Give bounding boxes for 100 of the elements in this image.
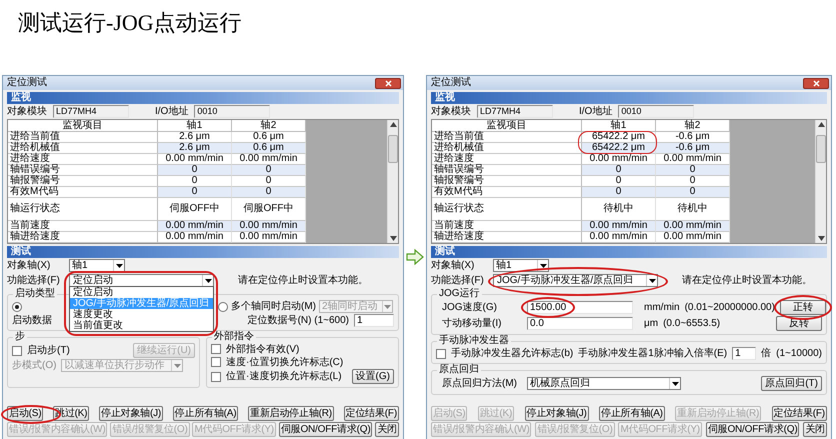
group-title: 启动类型 (13, 289, 57, 299)
checkbox-label: 位置·速度切换允许标志(L) (226, 371, 342, 382)
group-title: 外部指令 (212, 332, 256, 342)
table-cell: 65422.2 μm (582, 143, 656, 154)
table-cell: 进给当前值 (432, 132, 582, 143)
field-label: 对象模块 (431, 106, 471, 117)
table-cell: 轴运行状态 (8, 198, 158, 221)
field-label: 原点回归方法(M) (441, 378, 518, 389)
table-cell: -0.6 μm (656, 143, 730, 154)
group-title: 手动脉冲发生器 (437, 336, 511, 346)
dropdown-option[interactable]: 当前值更改 (70, 320, 213, 331)
column-header: 监视项目 (432, 120, 582, 132)
action-button[interactable]: 重新启动停止轴(R) (248, 406, 334, 421)
field-label: 对象轴(X) (7, 260, 52, 271)
table-cell: 进给机械值 (432, 143, 582, 154)
action-button[interactable]: 关闭 (803, 422, 827, 437)
dropdown-option[interactable]: 速度更改 (70, 309, 213, 320)
column-header: 轴1 (582, 120, 656, 132)
window-title: 定位测试 (7, 77, 47, 89)
table-cell: 当前速度 (432, 221, 582, 232)
table-cell: 0 (158, 187, 232, 198)
table-cell: 2.6 μm (158, 143, 232, 154)
section-header: 测试 (7, 246, 399, 258)
field-label: 对象模块 (7, 106, 47, 117)
table-cell: 轴报警编号 (8, 176, 158, 187)
table-cell: 进给当前值 (8, 132, 158, 143)
table-cell: 轴错误编号 (432, 165, 582, 176)
input-field[interactable]: 1500.00 (527, 301, 633, 314)
table-cell: 轴运行状态 (432, 198, 582, 221)
hint-text: 请在定位停止时设置本功能。 (238, 275, 368, 286)
group-title: 原点回归 (437, 365, 481, 375)
table-cell: 0 (582, 187, 656, 198)
section-header: 监视 (431, 92, 827, 104)
section-header: 监视 (7, 92, 399, 104)
field-label: I/O地址 (155, 106, 188, 117)
action-button[interactable]: 停止所有轴(A) (172, 406, 238, 421)
table-cell: 0.6 μm (232, 143, 306, 154)
hint-text: 请在定位停止时设置本功能。 (682, 275, 812, 286)
checkbox-label: 速度·位置切换允许标志(C) (226, 356, 344, 368)
home-return-button[interactable]: 原点回归(T) (761, 376, 822, 391)
field-label: 寸动移动量(I) (441, 318, 502, 329)
input-field[interactable]: 1 (732, 347, 756, 360)
table-cell: 0.00 mm/min (656, 221, 730, 232)
address-field: 0010 (618, 105, 694, 118)
field-label: 功能选择(F) (431, 275, 485, 286)
table-cell: 轴进给速度 (432, 232, 582, 243)
table-cell: 0.00 mm/min (158, 232, 232, 243)
table-cell: 0 (656, 165, 730, 176)
axis-select[interactable]: 轴1 (493, 259, 549, 272)
settings-button[interactable]: 设置(G) (352, 369, 394, 384)
axis-select[interactable]: 轴1 (69, 259, 125, 272)
table-cell: 轴错误编号 (8, 165, 158, 176)
field-label: I/O地址 (579, 106, 612, 117)
home-method-select[interactable]: 机械原点回归 (527, 377, 681, 390)
table-cell: 当前速度 (8, 221, 158, 232)
window-title: 定位测试 (431, 77, 471, 89)
action-button[interactable]: 停止对象轴(J) (524, 406, 589, 421)
module-field: LD77MH4 (477, 105, 553, 118)
table-cell: 0 (232, 165, 306, 176)
action-button[interactable]: 停止所有轴(A) (599, 406, 665, 421)
table-cell: 有效M代码 (8, 187, 158, 198)
table-cell: 0 (656, 187, 730, 198)
column-header: 轴1 (158, 120, 232, 132)
table-cell: 0.00 mm/min (232, 221, 306, 232)
unit-label: 倍 (761, 348, 772, 359)
table-cell: 轴报警编号 (432, 176, 582, 187)
unit-label: mm/min (644, 302, 680, 313)
input-field[interactable]: 1 (354, 314, 394, 327)
section-header: 测试 (431, 246, 827, 258)
action-button[interactable]: 定位结果(F) (344, 406, 399, 421)
dropdown-option[interactable]: 定位启动 (70, 287, 213, 298)
checkbox-label: 启动步(T) (27, 345, 70, 356)
table-cell: 0.00 mm/min (158, 221, 232, 232)
field-label: 手动脉冲发生器1脉冲输入倍率(E) (578, 348, 728, 359)
range-label: (0.01~20000000.00) (684, 302, 775, 313)
group-title: JOG运行 (437, 289, 482, 299)
subgroup-title: 启动数据 (12, 315, 52, 326)
action-button[interactable]: 伺服ON/OFF请求(Q) (706, 422, 800, 437)
table-cell: 进给速度 (8, 154, 158, 165)
function-select[interactable]: JOG/手动脉冲发生器/原点回归 (493, 274, 658, 287)
checkbox-label: 外部指令有效(V) (226, 344, 300, 354)
table-cell: 0 (582, 165, 656, 176)
field-label: JOG速度(G) (441, 302, 498, 313)
field-label: 对象轴(X) (431, 260, 476, 271)
action-button[interactable]: 伺服ON/OFF请求(Q) (278, 422, 372, 437)
range-label: (0.0~6553.5) (663, 318, 720, 329)
group-title: 步 (13, 332, 27, 342)
radio-label: 多个轴同时启动(M) (231, 301, 316, 312)
field-label: 步模式(O) (12, 360, 56, 371)
action-button[interactable]: 定位结果(F) (772, 406, 827, 421)
unit-label: μm (644, 318, 658, 329)
table-cell: 进给机械值 (8, 143, 158, 154)
table-cell: 0.00 mm/min (582, 221, 656, 232)
input-field[interactable]: 0.0 (527, 317, 633, 330)
field-label: 定位数据号(N) (1~600) (248, 315, 349, 326)
module-field: LD77MH4 (53, 105, 129, 118)
table-cell: 有效M代码 (432, 187, 582, 198)
direction-button[interactable]: 正转 (780, 300, 826, 315)
action-button[interactable]: 停止对象轴(J) (98, 406, 164, 421)
action-button[interactable]: 关闭 (375, 422, 399, 437)
